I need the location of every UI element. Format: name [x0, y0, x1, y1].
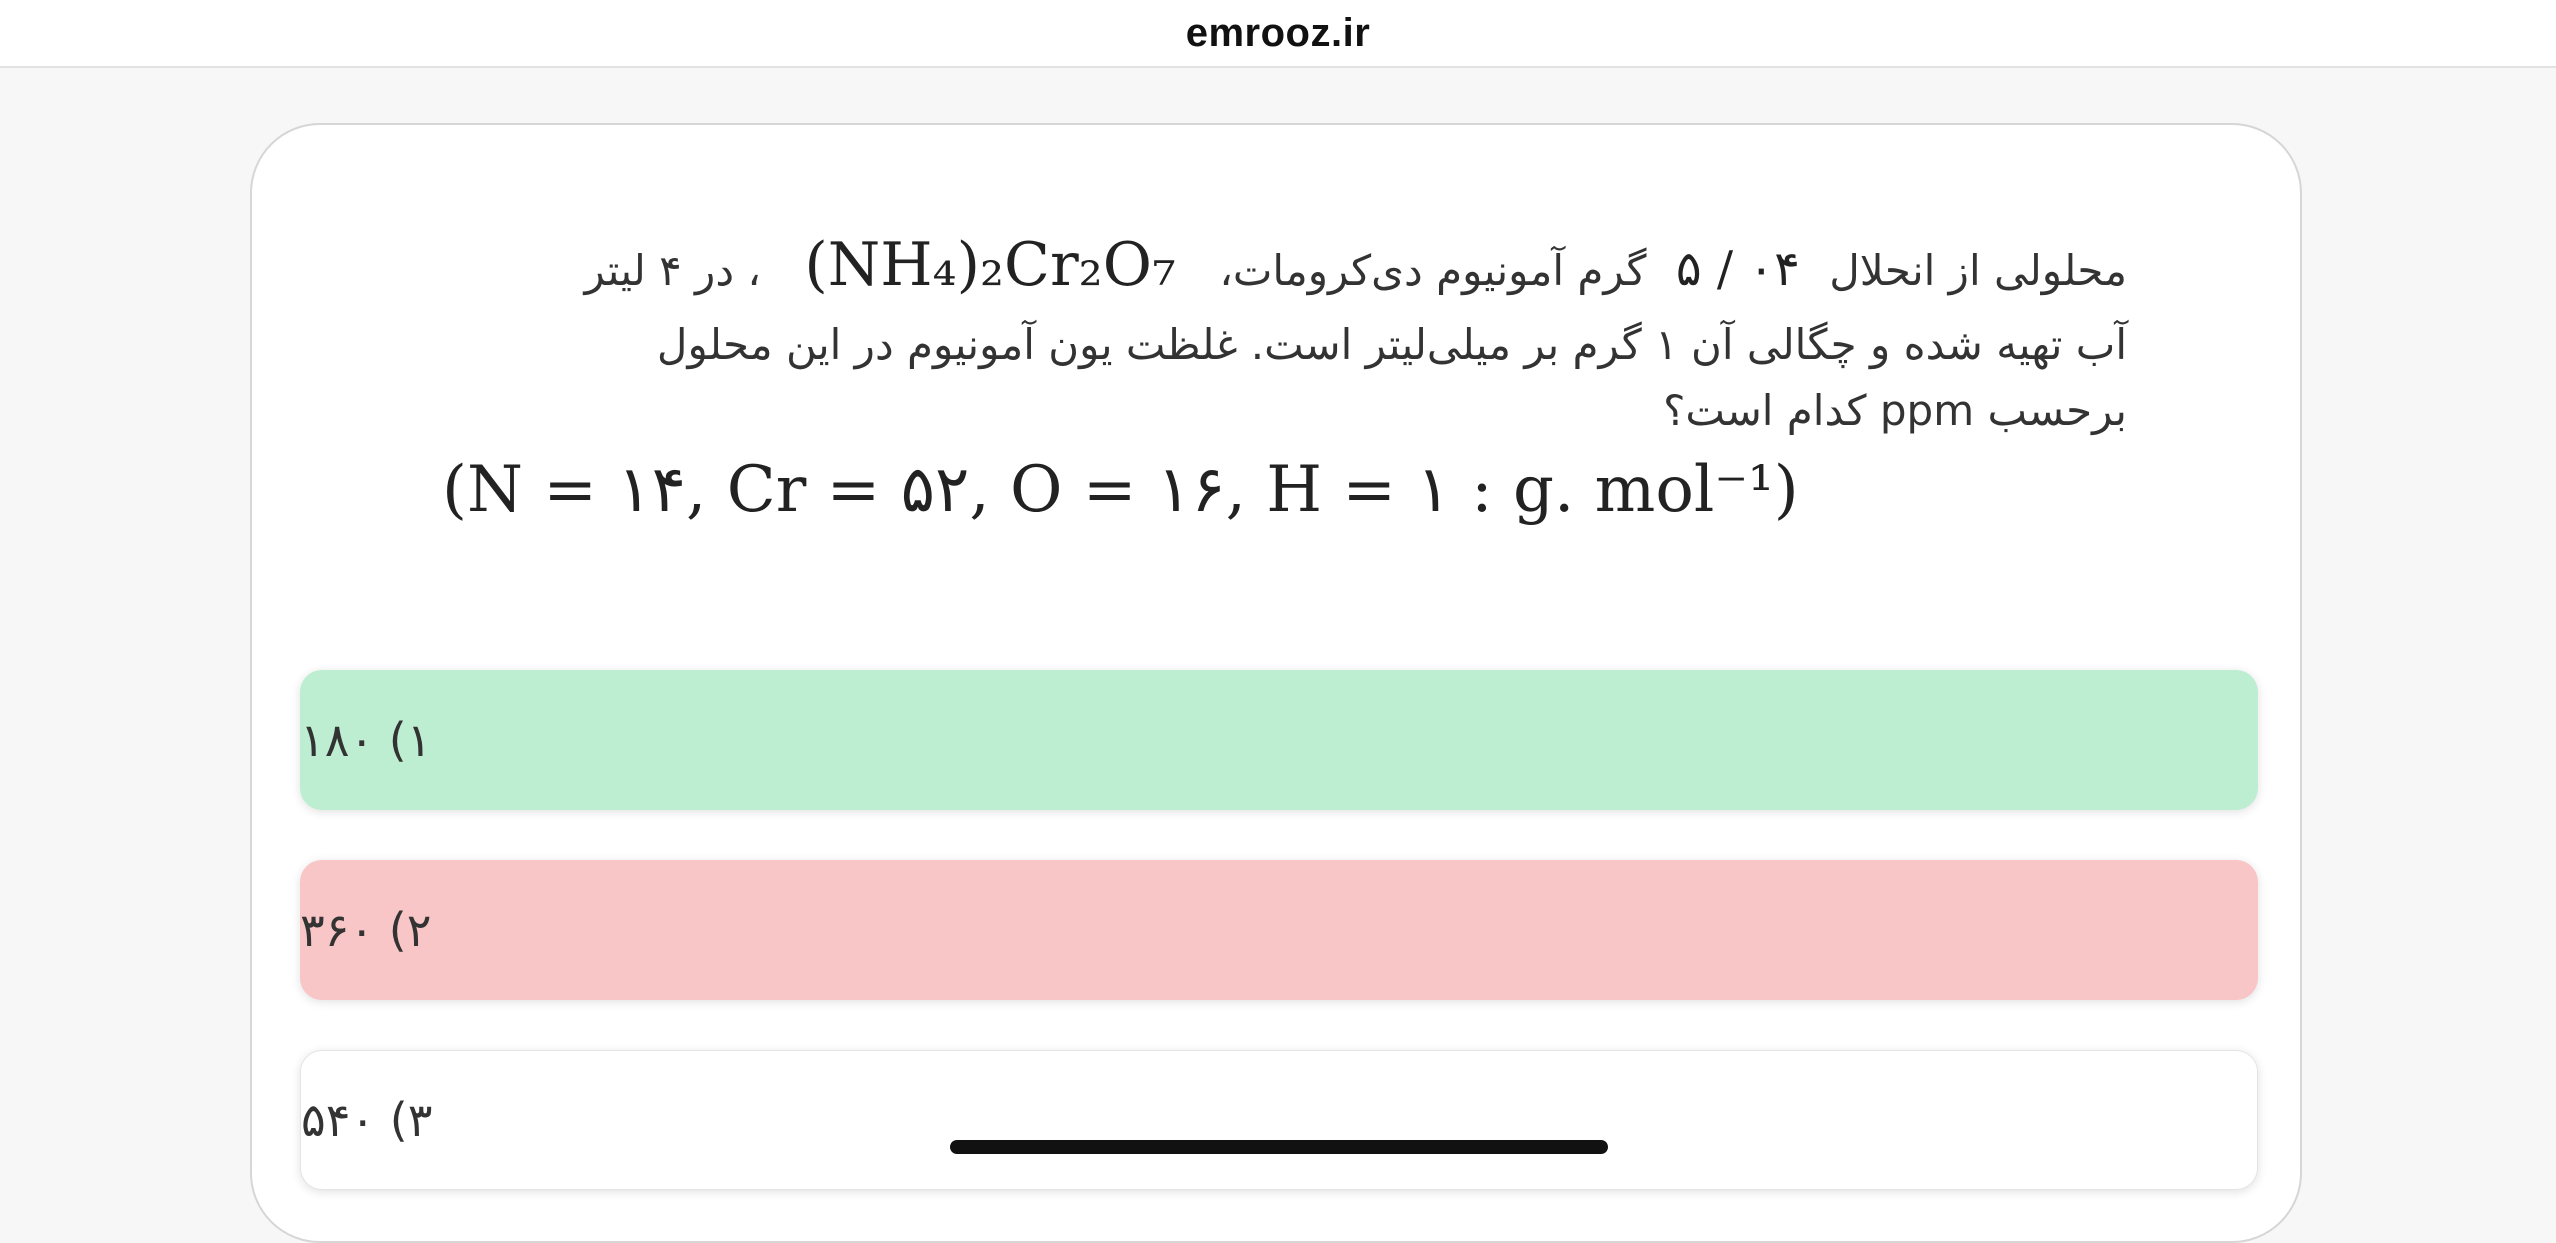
question-intro: محلولی از انحلال [1829, 246, 2127, 295]
home-indicator-bar[interactable] [950, 1140, 1608, 1154]
answer-option-3[interactable]: ۳) ۵۴۰ [300, 1050, 2258, 1190]
answer-option-1[interactable]: ۱) ۱۸۰ [300, 670, 2258, 810]
compound-name: گرم آمونیوم دی‌کرومات، [1219, 246, 1647, 295]
question-line-3: برحسب ppm کدام است؟ [1663, 386, 2127, 435]
question-text: محلولی از انحلال ۵ / ۰۴ گرم آمونیوم دی‌ک… [427, 222, 2127, 446]
question-line-1: محلولی از انحلال ۵ / ۰۴ گرم آمونیوم دی‌ک… [427, 222, 2127, 314]
chemical-formula: (NH₄)₂Cr₂O₇ [804, 230, 1176, 300]
mass-amount: ۵ / ۰۴ [1675, 241, 1800, 297]
browser-address-bar[interactable]: emrooz.ir [0, 0, 2556, 68]
answer-options: ۱) ۱۸۰ ۲) ۳۶۰ ۳) ۵۴۰ [300, 670, 2258, 1240]
site-domain: emrooz.ir [1185, 10, 1371, 55]
question-card: محلولی از انحلال ۵ / ۰۴ گرم آمونیوم دی‌ک… [250, 123, 2302, 1243]
question-line-2: آب تهیه شده و چگالی آن ۱ گرم بر میلی‌لیت… [656, 320, 2127, 369]
answer-option-label: ۳) ۵۴۰ [301, 1093, 433, 1147]
atomic-masses-formula: (N = ۱۴, Cr = ۵۲, O = ۱۶, H = ۱ : g. mol… [442, 453, 1799, 527]
answer-option-2[interactable]: ۲) ۳۶۰ [300, 860, 2258, 1000]
answer-option-label: ۲) ۳۶۰ [300, 903, 432, 957]
answer-option-label: ۱) ۱۸۰ [300, 713, 432, 767]
volume-text: ، در ۴ لیتر [584, 246, 761, 295]
